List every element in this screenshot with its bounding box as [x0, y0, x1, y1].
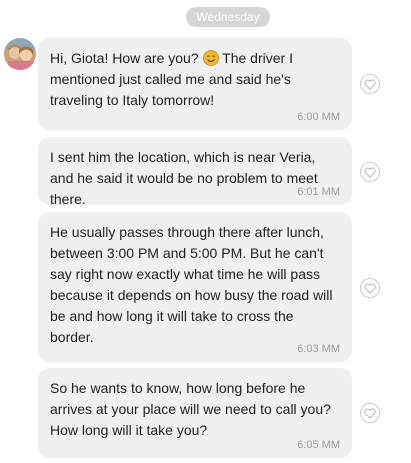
message-timestamp: 6:00 MM: [297, 111, 340, 123]
message-bubble[interactable]: He usually passes through there after lu…: [38, 212, 352, 362]
chat-conversation: Wednesday Hi, Giota! How are you? The dr…: [0, 0, 411, 463]
like-button[interactable]: [360, 162, 380, 182]
message-bubble[interactable]: I sent him the location, which is near V…: [38, 137, 352, 207]
message-text: He usually passes through there after lu…: [50, 224, 337, 345]
smiling-face-emoji: [202, 50, 219, 66]
heart-icon: [364, 283, 376, 294]
heart-icon: [364, 408, 376, 419]
avatar[interactable]: [4, 38, 36, 70]
message-timestamp: 6:05 MM: [297, 439, 340, 451]
like-button[interactable]: [360, 74, 380, 94]
message-bubble[interactable]: Hi, Giota! How are you? The driver I men…: [38, 38, 352, 130]
like-button[interactable]: [360, 403, 380, 423]
message-text: Hi, Giota! How are you? The driver I men…: [50, 48, 340, 111]
message-timestamp: 6:03 MM: [297, 343, 340, 355]
message-text-part: Hi, Giota! How are you?: [50, 50, 203, 66]
heart-icon: [364, 167, 376, 178]
message-text: I sent him the location, which is near V…: [50, 149, 322, 207]
heart-icon: [364, 79, 376, 90]
avatar-image: [4, 38, 36, 70]
message-timestamp: 6:01 MM: [297, 186, 340, 198]
message-text: So he wants to know, how long before he …: [50, 380, 335, 438]
day-separator: Wednesday: [186, 7, 270, 27]
message-bubble[interactable]: So he wants to know, how long before he …: [38, 368, 352, 458]
like-button[interactable]: [360, 278, 380, 298]
